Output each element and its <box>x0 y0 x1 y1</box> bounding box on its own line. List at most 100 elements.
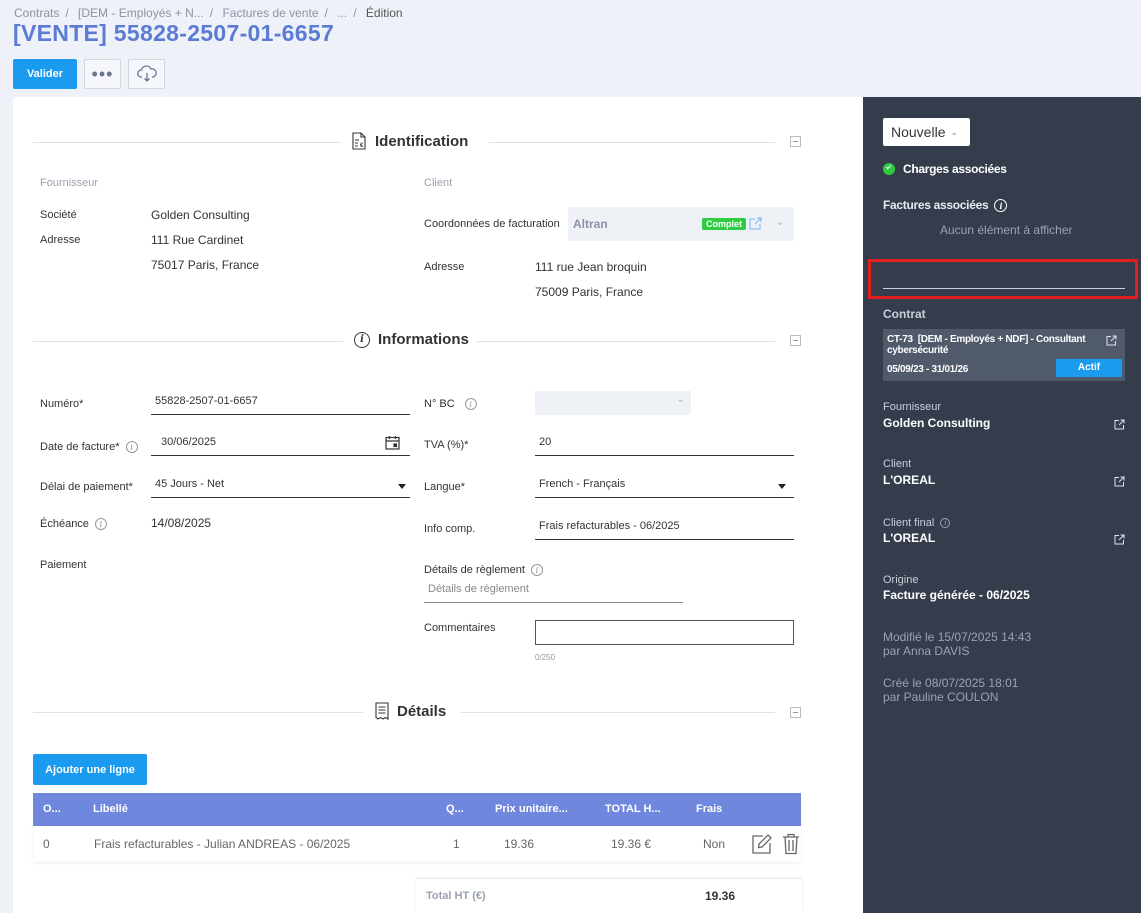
external-link-icon[interactable] <box>1114 534 1125 545</box>
created-by: par Pauline COULON <box>883 690 999 704</box>
sidebar: Nouvelle ⌄ Charges associées Factures as… <box>863 97 1141 913</box>
table-header: O... Libellé Q... Prix unitaire... TOTAL… <box>33 793 801 826</box>
informations-collapse-button[interactable] <box>790 335 801 346</box>
contract-code: CT-73 <box>887 334 913 345</box>
total-value: 19.36 <box>705 889 736 903</box>
info-icon: i <box>940 518 951 529</box>
breadcrumb: Contrats / [DEM - Employés + N... / Factur… <box>14 6 403 20</box>
client-address-line1: 111 rue Jean broquin <box>535 260 647 274</box>
client-value: L'OREAL <box>883 473 936 487</box>
bc-label: N° BC i <box>424 398 477 411</box>
bc-select[interactable]: ⌄ <box>535 391 691 415</box>
language-value: French - Français <box>539 478 626 490</box>
column-header-unit-price[interactable]: Prix unitaire... <box>495 803 568 815</box>
informations-section-header: i Informations <box>33 331 801 351</box>
download-button[interactable] <box>128 59 165 89</box>
contract-card[interactable]: CT-73 [DEM - Employés + NDF] - Consultan… <box>883 329 1125 381</box>
details-title: Détails <box>397 702 447 720</box>
external-link-icon[interactable] <box>1106 335 1117 346</box>
language-label: Langue* <box>424 481 465 493</box>
contract-dates: 05/09/23 - 31/01/26 <box>887 364 969 375</box>
cell-fees: Non <box>703 837 726 851</box>
address-line2: 75017 Paris, France <box>151 258 260 272</box>
column-header-qty[interactable]: Q... <box>446 803 464 815</box>
validate-button[interactable]: Valider <box>13 59 77 89</box>
cloud-download-icon <box>136 65 157 82</box>
company-label: Société <box>40 209 77 221</box>
modified-by: par Anna DAVIS <box>883 644 970 658</box>
column-header-label[interactable]: Libellé <box>93 803 128 815</box>
chevron-down-icon: ⌄ <box>676 394 685 405</box>
created-date: Créé le 08/07/2025 18:01 <box>883 676 1019 690</box>
settlement-label: Détails de règlement i <box>424 564 543 577</box>
company-value: Golden Consulting <box>151 208 250 222</box>
cell-unit-price: 19.36 <box>504 837 535 851</box>
invoice-document-icon: € <box>352 132 366 150</box>
due-date-value: 14/08/2025 <box>151 516 212 530</box>
cell-total: 19.36 € <box>611 837 652 851</box>
info-comp-input[interactable]: Frais refacturables - 06/2025 <box>535 516 794 540</box>
breadcrumb-item-sales-invoices[interactable]: Factures de vente <box>222 6 318 20</box>
charges-associated-label[interactable]: Charges associées <box>903 162 1007 176</box>
supplier-heading: Fournisseur <box>883 401 942 413</box>
identification-collapse-button[interactable] <box>790 136 801 147</box>
total-summary: Total HT (€) 19.36 <box>416 878 802 913</box>
tva-label: TVA (%)* <box>424 439 469 451</box>
invoices-empty-text: Aucun élément à afficher <box>940 223 1073 237</box>
column-header-order[interactable]: O... <box>43 803 61 815</box>
settlement-input[interactable]: Détails de règlement <box>424 579 683 603</box>
breadcrumb-item-ellipsis[interactable]: ... <box>337 6 347 20</box>
column-header-fees[interactable]: Frais <box>696 803 722 815</box>
info-comp-label: Info comp. <box>424 523 476 535</box>
calendar-icon[interactable] <box>385 435 400 450</box>
details-section-header: Détails <box>33 702 801 722</box>
comments-textarea[interactable] <box>535 620 794 645</box>
more-options-button[interactable]: ••• <box>84 59 121 89</box>
column-header-total[interactable]: TOTAL H... <box>605 803 661 815</box>
supplier-heading: Fournisseur <box>40 177 99 189</box>
table-row: 0 Frais refacturables - Julian ANDREAS -… <box>33 826 801 862</box>
chevron-down-icon: ⌄ <box>950 126 959 137</box>
invoice-form: € Identification Fournisseur Client Soci… <box>13 97 863 913</box>
client-address-label: Adresse <box>424 261 465 273</box>
add-line-button[interactable]: Ajouter une ligne <box>33 754 147 785</box>
complete-badge: Complet <box>702 218 746 230</box>
caret-down-icon <box>778 484 786 489</box>
billing-select[interactable]: Altran Complet ⌄ <box>568 207 794 241</box>
numero-label: Numéro* <box>40 398 84 410</box>
comments-label: Commentaires <box>424 622 496 634</box>
payment-delay-select[interactable]: 45 Jours - Net <box>151 474 410 498</box>
cell-order: 0 <box>43 837 50 851</box>
status-dropdown-label: Nouvelle <box>891 124 946 140</box>
receipt-icon <box>375 702 389 720</box>
identification-section-header: € Identification <box>33 132 801 152</box>
due-date-label: Échéance i <box>40 518 107 531</box>
external-link-icon[interactable] <box>1114 419 1125 430</box>
tva-input[interactable]: 20 <box>535 432 794 456</box>
supplier-value: Golden Consulting <box>883 416 991 430</box>
breadcrumb-item-contracts[interactable]: Contrats <box>14 6 59 20</box>
identification-title: Identification <box>375 132 469 150</box>
invoice-date-input[interactable]: 30/06/2025 <box>151 432 410 456</box>
info-circle-icon: i <box>354 331 370 348</box>
address-line1: 111 Rue Cardinet <box>151 233 244 247</box>
informations-title: Informations <box>378 331 469 348</box>
breadcrumb-item-contract[interactable]: [DEM - Employés + N... <box>78 6 204 20</box>
external-link-icon[interactable] <box>749 217 762 230</box>
address-label: Adresse <box>40 234 81 246</box>
edit-icon[interactable] <box>751 833 773 855</box>
external-link-icon[interactable] <box>1114 476 1125 487</box>
details-collapse-button[interactable] <box>790 707 801 718</box>
comments-counter: 0/250 <box>535 653 556 662</box>
contract-title: CT-73 [DEM - Employés + NDF] - Consultan… <box>887 334 1095 356</box>
modified-date: Modifié le 15/07/2025 14:43 <box>883 630 1032 644</box>
total-label: Total HT (€) <box>426 890 486 902</box>
language-select[interactable]: French - Français <box>535 474 794 498</box>
numero-input[interactable]: 55828-2507-01-6657 <box>151 391 410 415</box>
search-input[interactable] <box>883 288 1125 289</box>
trash-icon[interactable] <box>782 833 800 855</box>
contract-name: [DEM - Employés + NDF] - Consultant cybe… <box>887 334 1086 356</box>
cell-label: Frais refacturables - Julian ANDREAS - 0… <box>94 837 351 851</box>
info-icon: i <box>464 398 477 411</box>
status-dropdown[interactable]: Nouvelle ⌄ <box>883 118 970 146</box>
